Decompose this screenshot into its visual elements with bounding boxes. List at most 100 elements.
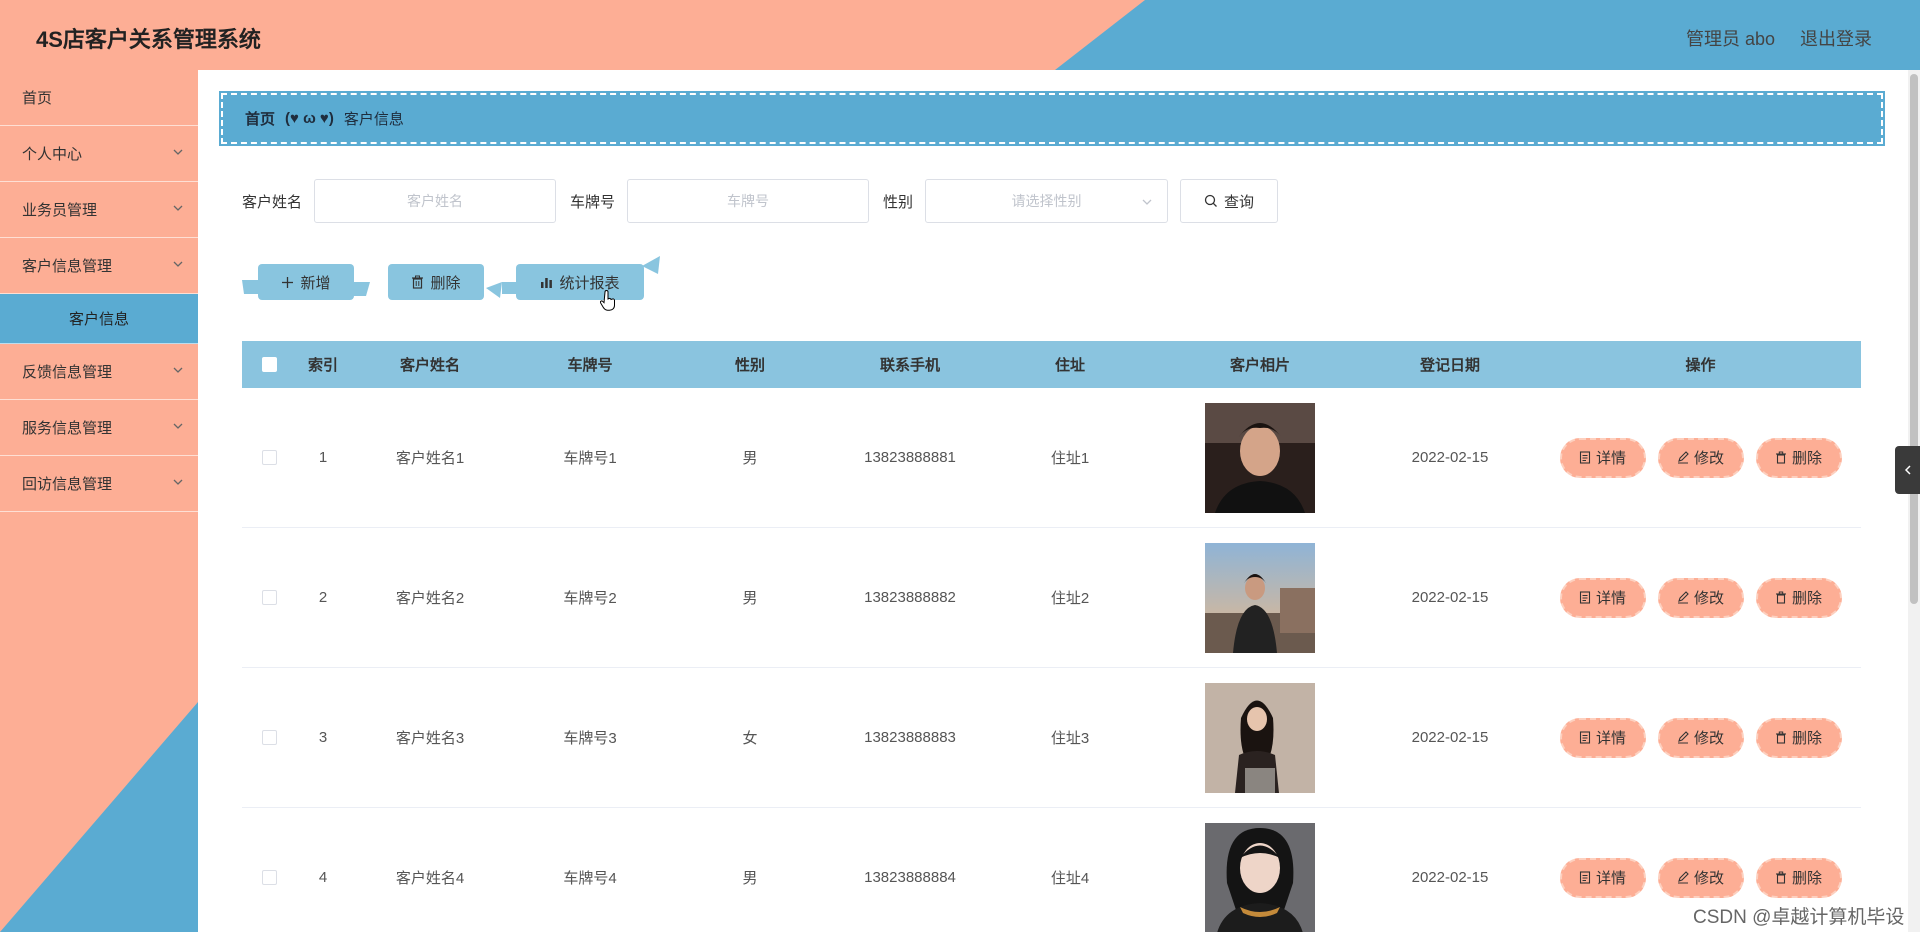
sidebar-item-home[interactable]: 首页 <box>0 70 198 126</box>
report-button[interactable]: 统计报表 <box>516 264 644 300</box>
row-name: 客户姓名3 <box>395 730 465 747</box>
detail-button[interactable]: 详情 <box>1559 437 1646 478</box>
select-all-cell <box>242 357 296 372</box>
delete-button-label: 删除 <box>1791 590 1822 607</box>
chevron-down-icon <box>173 149 183 155</box>
edit-button[interactable]: 修改 <box>1657 857 1744 898</box>
row-checkbox-cell <box>242 730 296 745</box>
sidebar-item-label: 业务员管理 <box>22 202 98 219</box>
chevron-left-icon <box>1904 465 1911 475</box>
pencil-icon <box>1677 591 1689 604</box>
row-checkbox[interactable] <box>261 590 277 605</box>
row-actions: 详情 修改 删除 <box>1530 857 1871 898</box>
sidebar-item-service[interactable]: 服务信息管理 <box>0 400 198 456</box>
side-panel-toggle[interactable] <box>1895 446 1920 494</box>
trash-icon <box>1775 591 1786 604</box>
sidebar-item-label: 客户信息管理 <box>22 258 113 275</box>
column-header: 联系手机 <box>879 357 940 374</box>
detail-button-label: 详情 <box>1595 450 1626 467</box>
column-header: 住址 <box>1054 357 1085 374</box>
row-checkbox[interactable] <box>261 870 277 885</box>
add-button[interactable]: 新增 <box>258 264 354 300</box>
logout-link[interactable]: 退出登录 <box>1800 25 1872 51</box>
sex-label: 性别 <box>883 193 914 211</box>
trash-icon <box>412 275 424 289</box>
row-checkbox-cell <box>242 870 296 885</box>
app-title: 4S店客户关系管理系统 <box>36 27 261 52</box>
row-checkbox[interactable] <box>261 450 277 465</box>
query-button-label: 查询 <box>1224 193 1255 211</box>
sidebar-item-feedback[interactable]: 反馈信息管理 <box>0 344 198 400</box>
plus-icon <box>282 276 294 288</box>
sidebar-item-personal-center[interactable]: 个人中心 <box>0 126 198 182</box>
detail-button[interactable]: 详情 <box>1559 717 1646 758</box>
sidebar-item-revisit[interactable]: 回访信息管理 <box>0 456 198 512</box>
customer-name-input[interactable]: 客户姓名 <box>314 179 557 223</box>
edit-button[interactable]: 修改 <box>1657 717 1744 758</box>
bar-chart-icon <box>541 277 553 288</box>
row-actions: 详情 修改 删除 <box>1530 717 1871 758</box>
customer-photo[interactable] <box>1205 822 1315 932</box>
breadcrumb: 首页 (♥ ω ♥) 客户信息 <box>219 91 1885 146</box>
detail-button[interactable]: 详情 <box>1559 577 1646 618</box>
query-button[interactable]: 查询 <box>1180 179 1279 223</box>
chevron-down-icon <box>173 205 183 211</box>
customer-photo[interactable] <box>1205 682 1315 793</box>
batch-delete-button[interactable]: 删除 <box>388 264 484 300</box>
edit-button[interactable]: 修改 <box>1657 577 1744 618</box>
search-icon <box>1204 194 1217 207</box>
cursor-hand-icon <box>600 290 615 311</box>
sex-select[interactable]: 请选择性别 <box>925 179 1169 223</box>
search-form: 客户姓名 客户姓名 车牌号 车牌号 性别 请选择性别 查询 <box>242 179 1279 223</box>
edit-button-label: 修改 <box>1693 870 1724 887</box>
sidebar-item-customer-management[interactable]: 客户信息管理 <box>0 238 198 294</box>
chevron-down-icon <box>1142 199 1152 205</box>
column-header: 操作 <box>1685 357 1716 374</box>
sidebar-decor <box>0 702 198 932</box>
row-actions: 详情 修改 删除 <box>1530 437 1871 478</box>
row-index: 2 <box>318 589 328 606</box>
plate-input[interactable]: 车牌号 <box>627 179 870 223</box>
row-plate: 车牌号2 <box>563 590 617 607</box>
sidebar-item-salesperson[interactable]: 业务员管理 <box>0 182 198 238</box>
page-scrollbar[interactable] <box>1908 70 1920 932</box>
customer-photo[interactable] <box>1205 402 1315 513</box>
table-row: 2 客户姓名2 车牌号2 男 13823888882 住址2 2022-02-1… <box>242 528 1861 668</box>
column-header: 登记日期 <box>1419 357 1480 374</box>
sidebar-subitem-customer-info[interactable]: 客户信息 <box>0 294 198 344</box>
row-address: 住址2 <box>1050 590 1090 607</box>
row-photo-cell <box>1150 822 1370 932</box>
edit-button[interactable]: 修改 <box>1657 437 1744 478</box>
row-phone: 13823888882 <box>864 589 956 606</box>
row-name: 客户姓名1 <box>395 450 465 467</box>
sidebar-item-label: 回访信息管理 <box>22 476 113 493</box>
delete-button[interactable]: 删除 <box>1755 857 1842 898</box>
detail-button-label: 详情 <box>1595 730 1626 747</box>
pencil-icon <box>1677 451 1689 464</box>
row-plate: 车牌号3 <box>563 730 617 747</box>
delete-button[interactable]: 删除 <box>1755 577 1842 618</box>
add-button-label: 新增 <box>300 274 331 292</box>
app-header: 4S店客户关系管理系统 管理员 abo 退出登录 <box>0 0 1920 70</box>
delete-button[interactable]: 删除 <box>1755 717 1842 758</box>
chevron-down-icon <box>173 423 183 429</box>
row-checkbox[interactable] <box>261 730 277 745</box>
breadcrumb-separator: (♥ ω ♥) <box>285 110 334 127</box>
row-checkbox-cell <box>242 590 296 605</box>
row-date: 2022-02-15 <box>1411 869 1489 886</box>
delete-button[interactable]: 删除 <box>1755 437 1842 478</box>
scrollbar-thumb[interactable] <box>1910 74 1918 604</box>
pencil-icon <box>1677 731 1689 744</box>
trash-icon <box>1775 731 1786 744</box>
select-all-checkbox[interactable] <box>261 357 277 372</box>
trash-icon <box>1775 451 1786 464</box>
detail-button[interactable]: 详情 <box>1559 857 1646 898</box>
delete-button-label: 删除 <box>1791 450 1822 467</box>
document-icon <box>1579 591 1591 604</box>
table-row: 4 客户姓名4 车牌号4 男 13823888884 住址4 2022-02-1… <box>242 808 1861 932</box>
customer-photo[interactable] <box>1205 542 1315 653</box>
table-row: 1 客户姓名1 车牌号1 男 13823888881 住址1 2022-02-1… <box>242 388 1861 528</box>
breadcrumb-home[interactable]: 首页 <box>245 108 275 129</box>
column-header: 客户姓名 <box>399 357 460 374</box>
current-user: 管理员 abo <box>1685 29 1775 49</box>
